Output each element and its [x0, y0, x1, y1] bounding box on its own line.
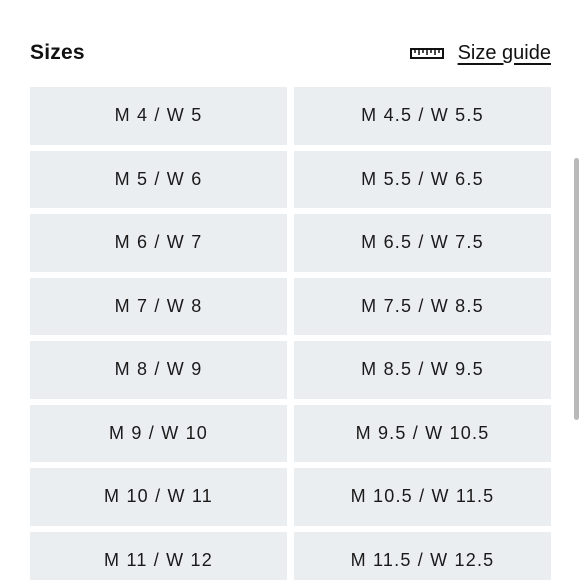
size-option-button[interactable]: M 5 / W 6 — [30, 150, 287, 208]
size-option-button[interactable]: M 11.5 / W 12.5 — [294, 531, 551, 580]
size-selector-panel: Sizes Size guide M 4 / W 5 M 4.5 / W 5.5… — [0, 0, 580, 580]
size-option-button[interactable]: M 8 / W 9 — [30, 341, 287, 399]
size-grid: M 4 / W 5 M 4.5 / W 5.5 M 5 / W 6 M 5.5 … — [30, 87, 551, 580]
sizes-header: Sizes Size guide — [30, 36, 551, 70]
size-option-button[interactable]: M 9.5 / W 10.5 — [294, 404, 551, 462]
size-option-button[interactable]: M 7 / W 8 — [30, 277, 287, 335]
size-option-button[interactable]: M 4.5 / W 5.5 — [294, 87, 551, 145]
scrollbar-thumb[interactable] — [574, 158, 579, 420]
size-option-button[interactable]: M 5.5 / W 6.5 — [294, 150, 551, 208]
size-option-button[interactable]: M 11 / W 12 — [30, 531, 287, 580]
size-option-button[interactable]: M 9 / W 10 — [30, 404, 287, 462]
size-option-button[interactable]: M 6.5 / W 7.5 — [294, 214, 551, 272]
size-option-button[interactable]: M 10 / W 11 — [30, 468, 287, 526]
scrollbar[interactable] — [573, 158, 579, 420]
size-guide-label: Size guide — [457, 41, 551, 64]
size-option-button[interactable]: M 4 / W 5 — [30, 87, 287, 145]
size-option-button[interactable]: M 8.5 / W 9.5 — [294, 341, 551, 399]
ruler-icon — [409, 48, 444, 59]
size-option-button[interactable]: M 7.5 / W 8.5 — [294, 277, 551, 335]
size-guide-link[interactable]: Size guide — [409, 41, 551, 65]
sizes-title: Sizes — [30, 41, 85, 64]
size-option-button[interactable]: M 6 / W 7 — [30, 214, 287, 272]
size-option-button[interactable]: M 10.5 / W 11.5 — [294, 468, 551, 526]
